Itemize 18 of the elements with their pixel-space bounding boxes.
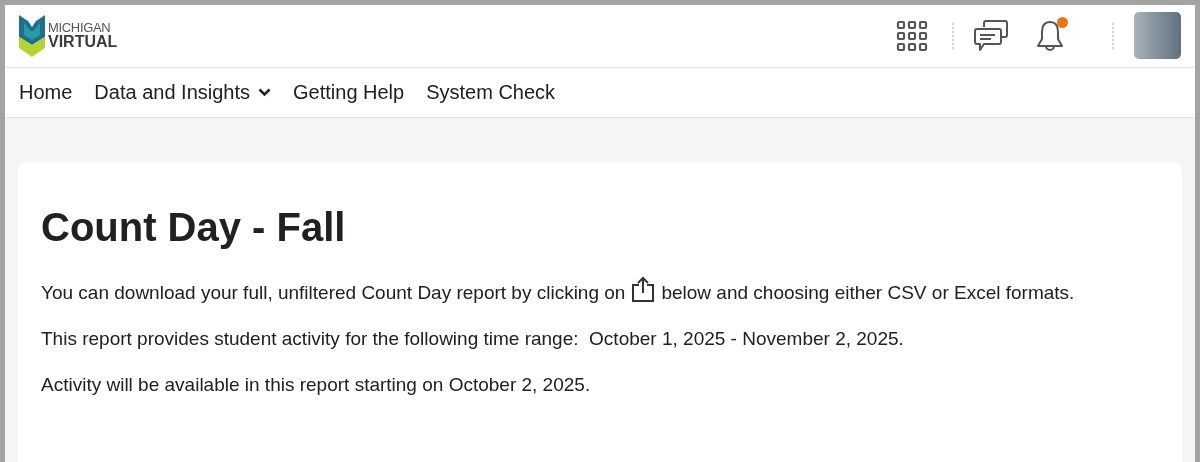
notification-bell-icon[interactable] [1034, 18, 1066, 53]
nav-menu[interactable]: Data and Insights [94, 77, 271, 108]
nav-link[interactable]: Home [19, 77, 73, 108]
avatar[interactable] [1134, 12, 1181, 60]
paragraph-text: You can download your full, unfiltered Count Day report by clicking on [41, 281, 626, 305]
paragraph-text: below and choosing either CSV or Excel formats. [661, 281, 1075, 305]
page-title: Count Day - Fall [41, 204, 347, 251]
logo-icon [19, 14, 45, 57]
paragraph-text: This report provides student activity for the following time range: October 1, 2025 - November 2, 2025. [41, 327, 905, 351]
nav-link[interactable]: System Check [426, 77, 556, 108]
logo-text: MICHIGAN [48, 21, 111, 35]
chevron-down-icon [258, 87, 271, 97]
paragraph-text: Activity will be available in this report starting on October 2, 2025. [41, 372, 592, 397]
chat-icon[interactable] [974, 18, 1008, 53]
nav-link[interactable]: Getting Help [293, 77, 405, 108]
logo-text: VIRTUAL [48, 34, 118, 51]
export-icon[interactable] [631, 276, 656, 302]
apps-grid-icon[interactable] [896, 19, 928, 52]
